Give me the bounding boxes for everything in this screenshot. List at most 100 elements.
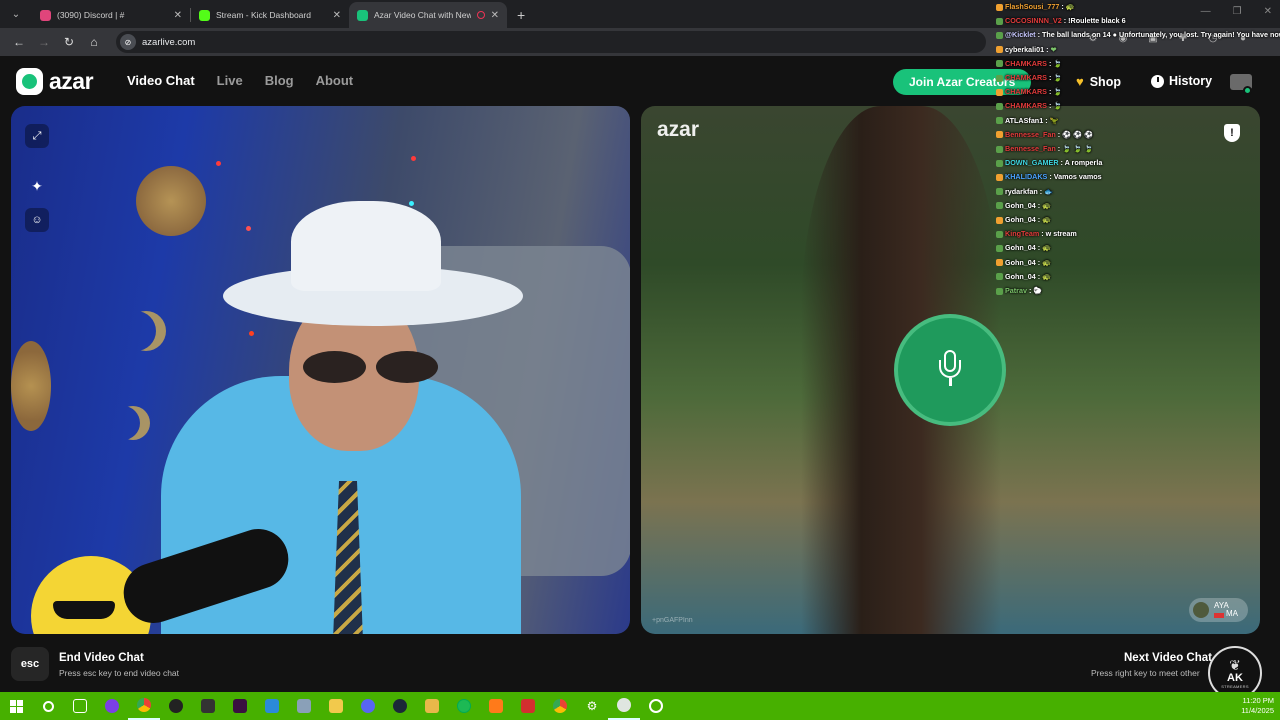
peer-id-text: +pnGAFPInn [652, 617, 693, 624]
chat-username[interactable]: KHALIDAKS [1005, 170, 1047, 184]
chat-username[interactable]: Gohn_04 [1005, 270, 1036, 284]
discord-icon[interactable] [352, 692, 384, 720]
windows-start-icon[interactable] [0, 692, 32, 720]
home-icon[interactable]: ⌂ [83, 31, 105, 53]
tapestry-moon [106, 406, 140, 440]
chat-message: Gohn_04: 🐢 [996, 256, 1280, 270]
close-tab-icon[interactable]: ✕ [174, 10, 182, 21]
folder-icon[interactable] [320, 692, 352, 720]
new-tab-icon[interactable]: + [517, 7, 525, 23]
browser-tab-kick[interactable]: Stream - Kick Dashboard ✕ [191, 2, 349, 28]
chat-username[interactable]: Gohn_04 [1005, 199, 1036, 213]
chrome-icon[interactable] [544, 692, 576, 720]
chat-badge-icon [996, 202, 1003, 210]
nav-live[interactable]: Live [217, 73, 243, 88]
chat-username[interactable]: CHAMKARS [1005, 71, 1047, 85]
nav-video-chat[interactable]: Video Chat [127, 73, 195, 88]
app-icon[interactable] [288, 692, 320, 720]
chat-message: CHAMKARS: 🍃 [996, 85, 1280, 99]
esc-key-button[interactable]: esc [11, 647, 49, 681]
azar-icon[interactable] [608, 692, 640, 720]
chat-text: : [1037, 243, 1041, 253]
site-info-icon[interactable]: ⊘ [120, 34, 136, 50]
browser-tab-discord[interactable]: (3090) Discord | # ✕ [32, 2, 190, 28]
chat-message: @Kicklet: The ball lands on 14 ● Unfortu… [996, 28, 1280, 42]
app-icon[interactable] [480, 692, 512, 720]
effects-sparkle-icon[interactable]: ✦ [25, 174, 49, 198]
chat-username[interactable]: Bennesse_Fan [1005, 128, 1056, 142]
chat-badge-icon [996, 117, 1003, 125]
chat-username[interactable]: Patrav [1005, 284, 1027, 298]
chat-message: CHAMKARS: 🍃 [996, 57, 1280, 71]
address-bar[interactable]: ⊘ azarlive.com [116, 31, 986, 53]
next-chat-hint: Press right key to meet other [1091, 668, 1200, 678]
explorer-icon[interactable] [416, 692, 448, 720]
next-chat-title[interactable]: Next Video Chat [1124, 652, 1212, 664]
azar-favicon-icon [357, 9, 368, 21]
chat-username[interactable]: KingTeam [1005, 227, 1039, 241]
chat-text: : The ball lands on 14 ● Unfortunately, … [1037, 30, 1280, 40]
azar-watermark: azar [657, 118, 700, 141]
close-tab-icon[interactable]: ✕ [333, 10, 341, 21]
nav-blog[interactable]: Blog [265, 73, 294, 88]
tab-search-icon[interactable]: ⌄ [6, 4, 26, 24]
chat-text: : [1057, 144, 1061, 154]
app-icon[interactable] [160, 692, 192, 720]
photos-icon[interactable] [256, 692, 288, 720]
app-icon[interactable] [224, 692, 256, 720]
chat-badge-icon [996, 188, 1003, 196]
obs-icon[interactable] [96, 692, 128, 720]
settings-icon[interactable]: ⚙ [576, 692, 608, 720]
browser-tab-azar[interactable]: Azar Video Chat with New ✕ [349, 2, 507, 28]
chat-message: Gohn_04: 🐢 [996, 270, 1280, 284]
forward-icon[interactable]: → [33, 31, 55, 53]
nav-about[interactable]: About [316, 73, 354, 88]
peer-profile-chip[interactable]: AYA MA [1189, 598, 1248, 622]
app-icon[interactable] [512, 692, 544, 720]
back-icon[interactable]: ← [8, 31, 30, 53]
chat-username[interactable]: @Kicklet [1005, 28, 1036, 42]
chat-badge-icon [996, 60, 1003, 68]
steam-small-icon[interactable] [640, 692, 672, 720]
chat-username[interactable]: CHAMKARS [1005, 85, 1047, 99]
chat-badge-icon [996, 88, 1003, 96]
clock-time: 11:20 PM [1242, 696, 1274, 705]
chat-username[interactable]: Gohn_04 [1005, 241, 1036, 255]
chat-username[interactable]: FlashSousi_777 [1005, 0, 1059, 14]
string-light [409, 201, 414, 206]
chat-username[interactable]: Gohn_04 [1005, 213, 1036, 227]
chat-emote-icon: 🐢 [1065, 2, 1075, 11]
chat-message: COCOSINNN_V2: !Roulette black 6 [996, 14, 1280, 28]
chrome-icon[interactable] [128, 692, 160, 720]
game-icon[interactable] [192, 692, 224, 720]
search-icon[interactable] [32, 692, 64, 720]
spotify-icon[interactable] [448, 692, 480, 720]
chat-username[interactable]: cyberkali01 [1005, 43, 1044, 57]
chat-emote-icon: 🍃 [1053, 87, 1063, 97]
filter-face-icon[interactable]: ☺ [25, 208, 49, 232]
chat-username[interactable]: CHAMKARS [1005, 57, 1047, 71]
chat-username[interactable]: rydarkfan [1005, 185, 1038, 199]
system-clock[interactable]: 11:20 PM 11/4/2025 [1241, 696, 1274, 716]
chat-emote-icon: 🦖 [1049, 115, 1059, 125]
task-view-icon[interactable] [64, 692, 96, 720]
steam-icon[interactable] [384, 692, 416, 720]
chat-username[interactable]: DOWN_GAMER [1005, 156, 1059, 170]
fullscreen-icon[interactable]: ⤢ [25, 124, 49, 148]
chat-username[interactable]: Gohn_04 [1005, 256, 1036, 270]
close-tab-icon[interactable]: ✕ [491, 10, 499, 21]
emoji-pillow-shades [53, 601, 115, 619]
end-chat-title[interactable]: End Video Chat [59, 652, 144, 664]
chat-username[interactable]: ATLASfan1 [1005, 114, 1043, 128]
chat-username[interactable]: COCOSINNN_V2 [1005, 14, 1062, 28]
chat-username[interactable]: CHAMKARS [1005, 99, 1047, 113]
chat-message: FlashSousi_777: 🐢 [996, 0, 1280, 14]
reload-icon[interactable]: ↻ [58, 31, 80, 53]
azar-logo[interactable]: azar [16, 68, 94, 95]
chat-emote-icon: ⚽ ⚽ ⚽ [1062, 129, 1093, 139]
chat-username[interactable]: Bennesse_Fan [1005, 142, 1056, 156]
chat-badge-icon [996, 17, 1003, 25]
chat-message: KHALIDAKS: Vamos vamos [996, 170, 1280, 184]
cowboy-hat-crown [291, 201, 441, 291]
chat-badge-icon [996, 259, 1003, 267]
